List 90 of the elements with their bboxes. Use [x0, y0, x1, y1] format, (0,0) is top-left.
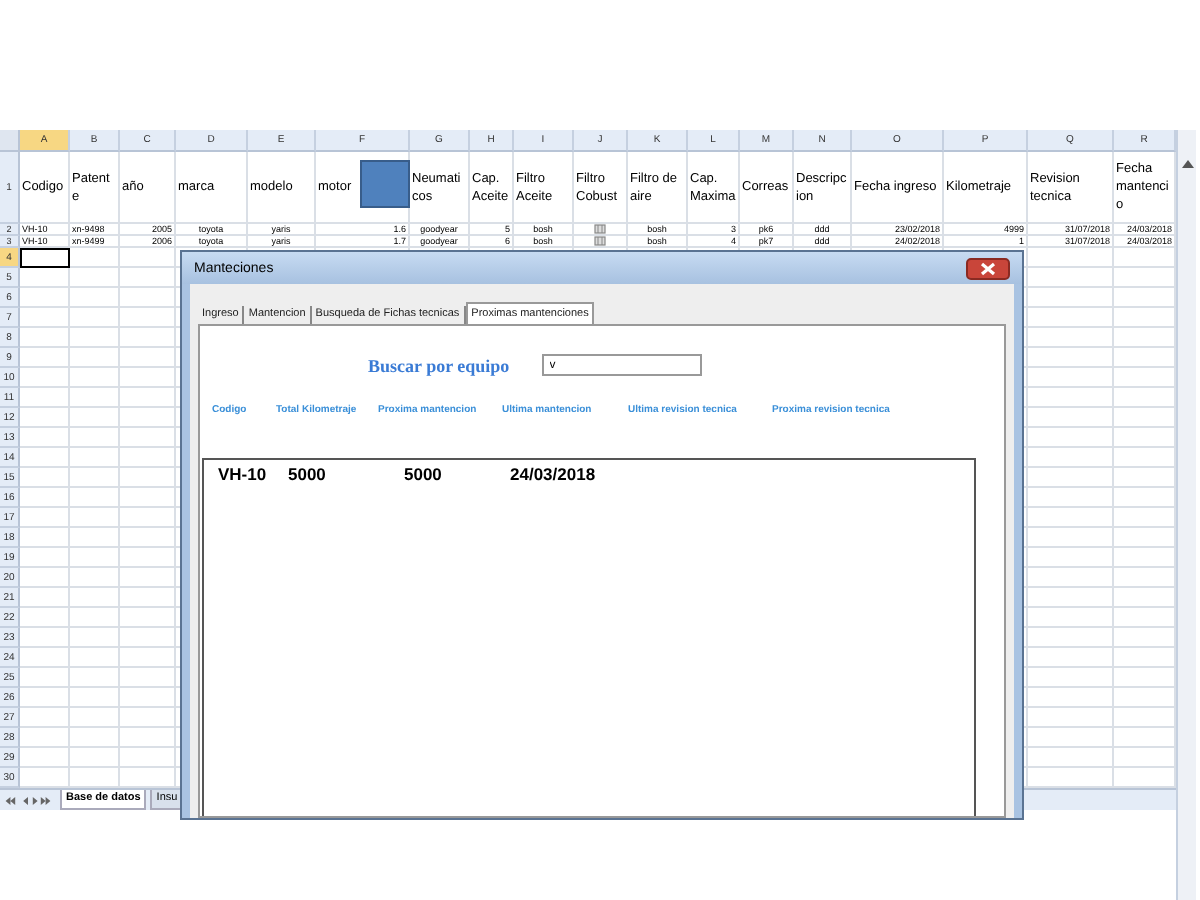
- empty-cell[interactable]: [120, 248, 176, 268]
- empty-cell[interactable]: [120, 588, 176, 608]
- empty-cell[interactable]: [70, 348, 120, 368]
- empty-cell[interactable]: [120, 528, 176, 548]
- empty-cell[interactable]: [70, 628, 120, 648]
- close-icon[interactable]: [966, 257, 1010, 279]
- empty-cell[interactable]: [1028, 388, 1114, 408]
- empty-cell[interactable]: [70, 308, 120, 328]
- empty-cell[interactable]: [120, 408, 176, 428]
- search-label: Buscar por equipo: [368, 355, 510, 375]
- empty-cell[interactable]: [70, 408, 120, 428]
- empty-cell[interactable]: [1028, 368, 1114, 388]
- empty-cell[interactable]: [70, 388, 120, 408]
- empty-cell[interactable]: [70, 708, 120, 728]
- empty-cell[interactable]: [120, 568, 176, 588]
- empty-cell[interactable]: [1028, 608, 1114, 628]
- empty-cell[interactable]: [70, 368, 120, 388]
- empty-cell[interactable]: [1028, 308, 1114, 328]
- empty-cell[interactable]: [70, 568, 120, 588]
- empty-cell[interactable]: [70, 748, 120, 768]
- empty-cell[interactable]: [120, 608, 176, 628]
- empty-cell[interactable]: [120, 688, 176, 708]
- empty-cell[interactable]: [120, 508, 176, 528]
- empty-cell[interactable]: [120, 548, 176, 568]
- empty-cell[interactable]: [120, 288, 176, 308]
- empty-cell[interactable]: [120, 748, 176, 768]
- empty-cell[interactable]: [120, 368, 176, 388]
- empty-cell[interactable]: [1028, 248, 1114, 268]
- empty-cell[interactable]: [70, 248, 120, 268]
- empty-cell[interactable]: [1028, 688, 1114, 708]
- empty-cell[interactable]: [1028, 568, 1114, 588]
- empty-cell[interactable]: [70, 468, 120, 488]
- empty-cell[interactable]: [1028, 448, 1114, 468]
- scroll-bar[interactable]: [1176, 130, 1196, 900]
- empty-cell[interactable]: [1028, 588, 1114, 608]
- empty-cell[interactable]: [1028, 508, 1114, 528]
- empty-cell[interactable]: [120, 268, 176, 288]
- empty-cell[interactable]: [70, 488, 120, 508]
- empty-cell[interactable]: [70, 648, 120, 668]
- empty-cell[interactable]: [70, 608, 120, 628]
- empty-cell[interactable]: [1028, 428, 1114, 448]
- empty-cell[interactable]: [70, 548, 120, 568]
- empty-cell[interactable]: [1028, 748, 1114, 768]
- empty-cell[interactable]: [70, 588, 120, 608]
- empty-cell[interactable]: [1028, 728, 1114, 748]
- empty-cell[interactable]: [1028, 268, 1114, 288]
- empty-cell[interactable]: [70, 508, 120, 528]
- empty-cell[interactable]: [120, 668, 176, 688]
- list-cell: 24/03/2018: [510, 464, 596, 484]
- empty-cell[interactable]: [1028, 708, 1114, 728]
- empty-cell[interactable]: [120, 448, 176, 468]
- empty-cell[interactable]: [1028, 648, 1114, 668]
- list-cell: 5000: [404, 464, 442, 484]
- empty-cell[interactable]: [120, 428, 176, 448]
- empty-cell[interactable]: [70, 728, 120, 748]
- results-list[interactable]: VH-10 5000 5000 24/03/2018: [202, 458, 976, 816]
- select-all-corner[interactable]: [0, 130, 20, 152]
- sheet-navigation-icon[interactable]: [4, 793, 52, 807]
- empty-cell[interactable]: [1028, 288, 1114, 308]
- empty-cell[interactable]: [70, 448, 120, 468]
- list-cell: 5000: [288, 464, 326, 484]
- empty-cell[interactable]: [120, 468, 176, 488]
- empty-cell[interactable]: [120, 308, 176, 328]
- empty-cell[interactable]: [1028, 348, 1114, 368]
- empty-cell[interactable]: [70, 528, 120, 548]
- empty-cell[interactable]: [1028, 468, 1114, 488]
- empty-cell[interactable]: [1028, 668, 1114, 688]
- empty-cell[interactable]: [1028, 528, 1114, 548]
- rectangle-shape: [360, 160, 410, 208]
- empty-cell[interactable]: [1028, 328, 1114, 348]
- empty-cell[interactable]: [120, 488, 176, 508]
- empty-cell[interactable]: [1028, 548, 1114, 568]
- empty-cell[interactable]: [1028, 408, 1114, 428]
- empty-cell[interactable]: [70, 668, 120, 688]
- empty-cell[interactable]: [120, 648, 176, 668]
- empty-cell[interactable]: [1028, 488, 1114, 508]
- empty-cell[interactable]: [70, 688, 120, 708]
- empty-cell[interactable]: [120, 348, 176, 368]
- empty-cell[interactable]: [70, 268, 120, 288]
- list-cell: VH-10: [218, 464, 267, 484]
- empty-cell[interactable]: [70, 328, 120, 348]
- empty-cell[interactable]: [120, 388, 176, 408]
- active-cell[interactable]: [20, 248, 70, 268]
- empty-cell[interactable]: [120, 708, 176, 728]
- empty-cell[interactable]: [120, 328, 176, 348]
- empty-cell[interactable]: [70, 428, 120, 448]
- empty-cell[interactable]: [120, 728, 176, 748]
- empty-cell[interactable]: [1028, 628, 1114, 648]
- empty-cell[interactable]: [70, 288, 120, 308]
- empty-cell[interactable]: [120, 628, 176, 648]
